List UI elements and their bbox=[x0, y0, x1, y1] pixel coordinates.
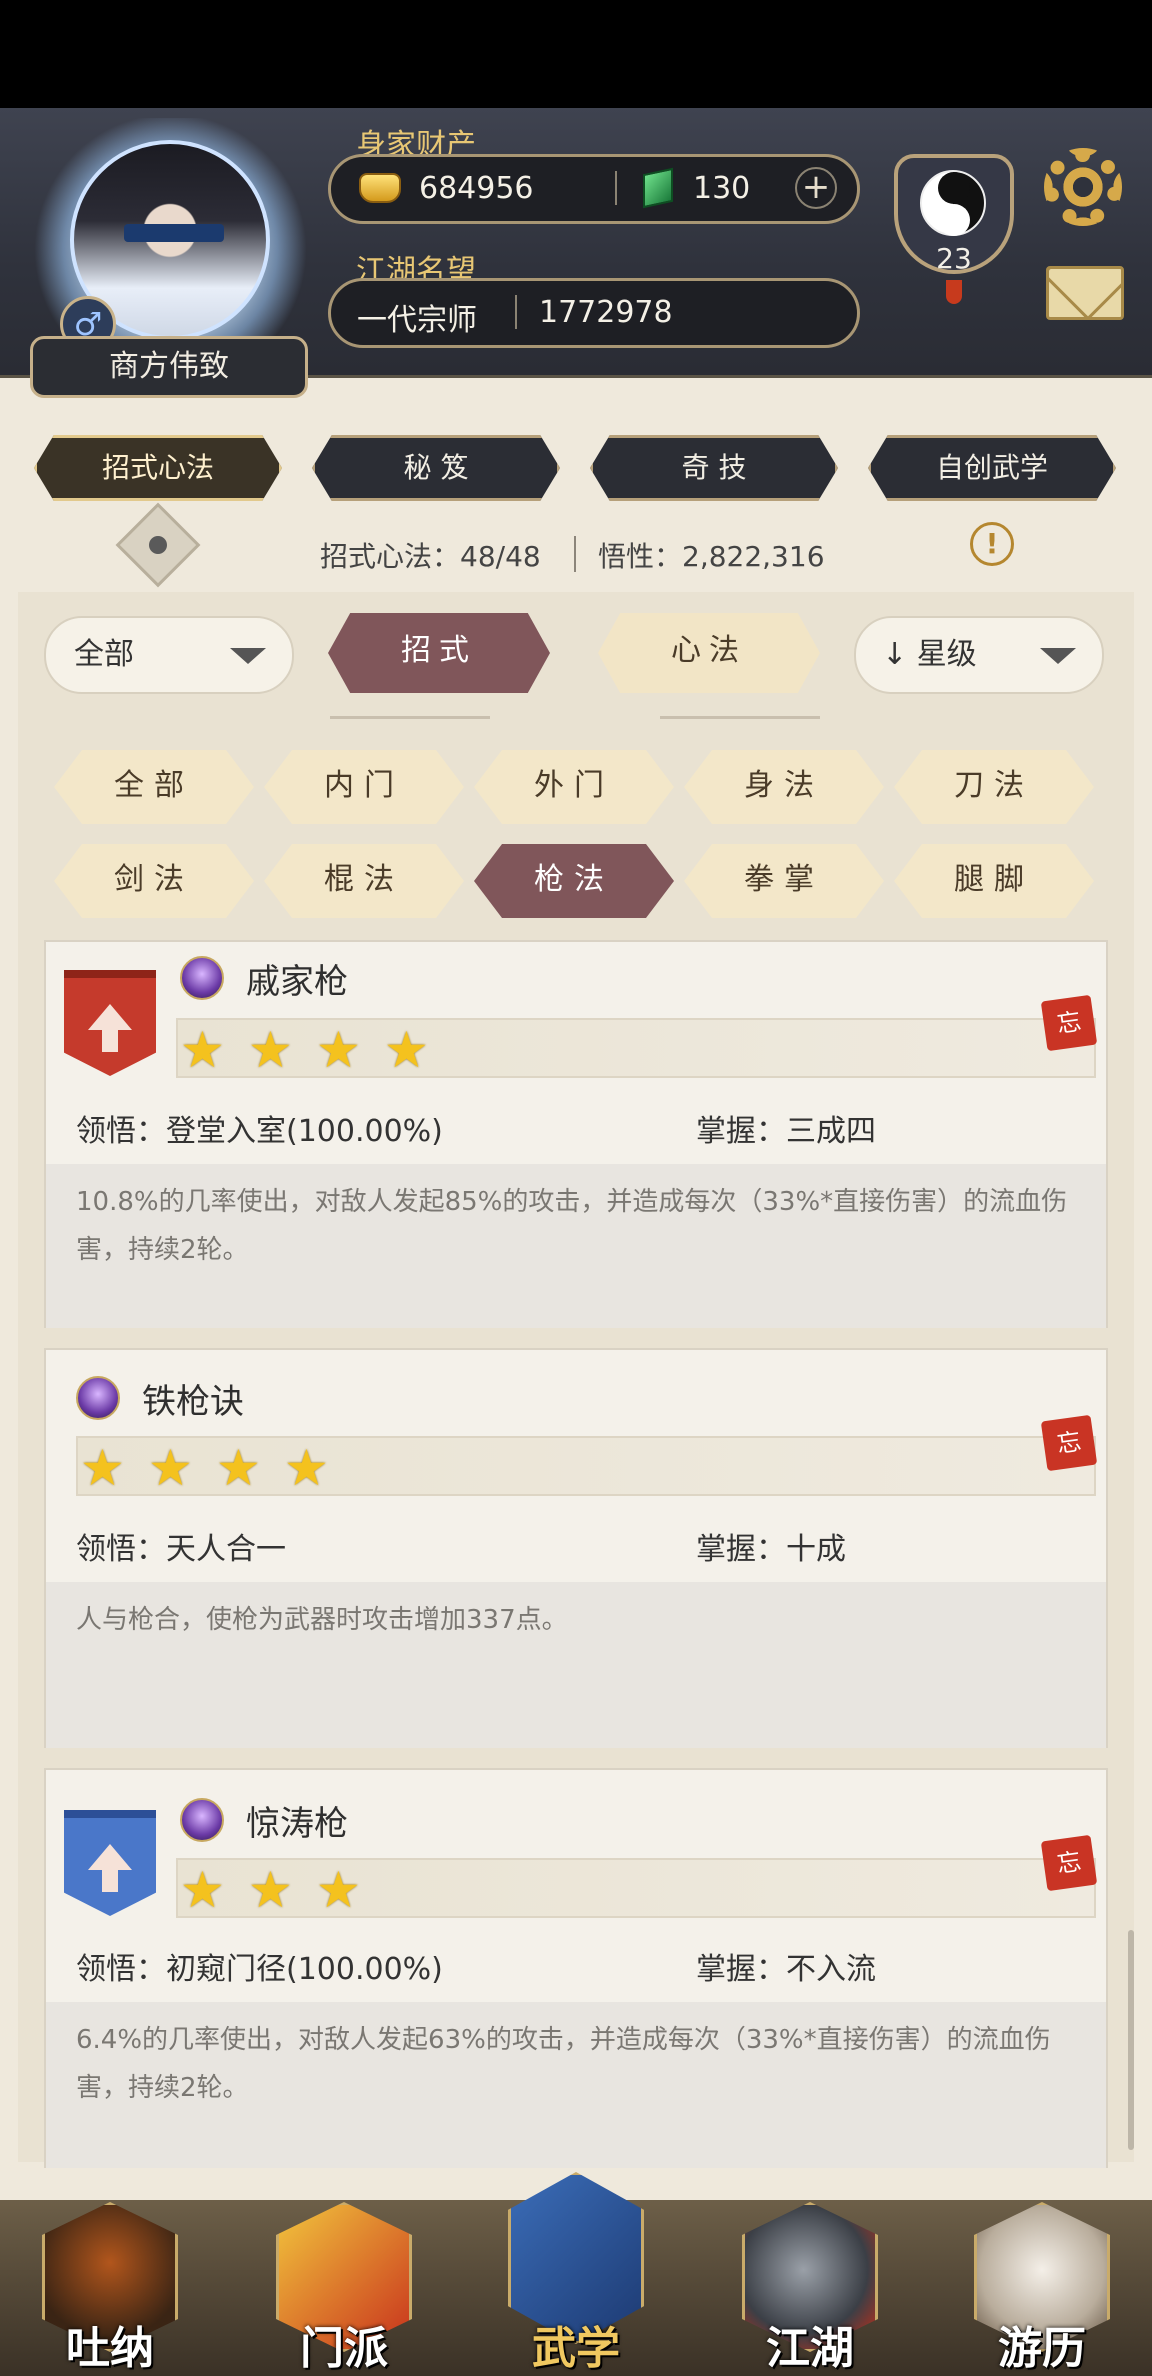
scrollbar[interactable] bbox=[1128, 1930, 1134, 2150]
chip-spear[interactable]: 枪法 bbox=[474, 844, 674, 918]
star-icon: ★ bbox=[316, 1861, 361, 1919]
gem-icon bbox=[180, 1798, 224, 1842]
comprehension: 领悟：天人合一 bbox=[76, 1532, 286, 1567]
star-rating: ★ ★ ★ bbox=[176, 1858, 1096, 1918]
seg-moves[interactable]: 招式 bbox=[328, 613, 550, 693]
divider bbox=[615, 171, 617, 205]
divider bbox=[515, 295, 517, 329]
sect-level-badge[interactable]: 23 bbox=[890, 130, 1018, 304]
skill-name: 戚家枪 bbox=[246, 962, 348, 1002]
jade-amount: 130 bbox=[693, 171, 751, 206]
rank-up-badge-icon bbox=[64, 970, 156, 1076]
skill-name: 惊涛枪 bbox=[246, 1804, 348, 1844]
sort-dropdown[interactable]: ↓ 星级 bbox=[854, 616, 1104, 694]
player-name: 商方伟致 bbox=[30, 336, 308, 398]
comprehension: 领悟：初窥门径(100.00%) bbox=[76, 1952, 443, 1987]
forget-icon[interactable]: 忘 bbox=[1040, 994, 1098, 1052]
taiji-icon bbox=[920, 170, 986, 236]
nav-jianghu[interactable]: 江湖 bbox=[736, 2196, 884, 2374]
tab-moves-mind[interactable]: 招式心法 bbox=[34, 435, 282, 501]
chevron-down-icon bbox=[1040, 648, 1076, 664]
skill-description: 6.4%的几率使出，对敌人发起63%的攻击，并造成每次（33%*直接伤害）的流血… bbox=[46, 2002, 1106, 2168]
eye-icon[interactable] bbox=[115, 502, 201, 588]
star-icon: ★ bbox=[80, 1439, 125, 1497]
scope-dropdown-value: 全部 bbox=[74, 637, 134, 672]
reputation-pill: 一代宗师 1772978 bbox=[328, 278, 860, 348]
gold-amount: 684956 bbox=[419, 171, 534, 206]
nav-label: 武学 bbox=[532, 2323, 620, 2374]
add-currency-button[interactable]: + bbox=[795, 167, 837, 209]
star-rating: ★ ★ ★ ★ bbox=[76, 1436, 1096, 1496]
star-icon: ★ bbox=[248, 1021, 293, 1079]
skill-description: 10.8%的几率使出，对敌人发起85%的攻击，并造成每次（33%*直接伤害）的流… bbox=[46, 1164, 1106, 1328]
skill-card[interactable]: 戚家枪 ★ ★ ★ ★ 忘 领悟：登堂入室(100.00%) 掌握：三成四 10… bbox=[44, 940, 1108, 1328]
divider bbox=[330, 716, 490, 719]
sort-dropdown-value: 星级 bbox=[916, 637, 977, 672]
mail-icon[interactable] bbox=[1046, 266, 1124, 320]
star-icon: ★ bbox=[180, 1021, 225, 1079]
chip-outer[interactable]: 外门 bbox=[474, 750, 674, 824]
nav-label: 吐纳 bbox=[66, 2323, 154, 2374]
star-icon: ★ bbox=[216, 1439, 261, 1497]
forget-icon[interactable]: 忘 bbox=[1040, 1414, 1098, 1472]
mastery: 掌握：不入流 bbox=[696, 1952, 876, 1987]
chip-inner[interactable]: 内门 bbox=[264, 750, 464, 824]
nav-sect[interactable]: 门派 bbox=[270, 2196, 418, 2374]
level-value: 23 bbox=[936, 242, 972, 275]
chip-sword[interactable]: 剑法 bbox=[54, 844, 254, 918]
skill-card[interactable]: 铁枪诀 ★ ★ ★ ★ 忘 领悟：天人合一 掌握：十成 人与枪合，使枪为武器时攻… bbox=[44, 1348, 1108, 1748]
seg-mind[interactable]: 心法 bbox=[598, 613, 820, 693]
skill-card[interactable]: 惊涛枪 ★ ★ ★ 忘 领悟：初窥门径(100.00%) 掌握：不入流 6.4%… bbox=[44, 1768, 1108, 2168]
tab-secret-manuals[interactable]: 秘 笈 bbox=[312, 435, 560, 501]
chevron-down-icon bbox=[230, 648, 266, 664]
gem-icon bbox=[76, 1376, 120, 1420]
gold-ingot-icon bbox=[359, 173, 401, 203]
star-icon: ★ bbox=[284, 1439, 329, 1497]
skill-name: 铁枪诀 bbox=[142, 1382, 244, 1422]
player-avatar[interactable]: ♂ bbox=[28, 118, 313, 358]
info-icon[interactable]: ! bbox=[970, 522, 1014, 566]
star-icon: ★ bbox=[148, 1439, 193, 1497]
gear-icon[interactable] bbox=[1044, 148, 1122, 226]
nav-martial-arts[interactable]: 武学 bbox=[502, 2172, 650, 2374]
nav-label: 游历 bbox=[998, 2323, 1086, 2374]
star-icon: ★ bbox=[316, 1021, 361, 1079]
gem-icon bbox=[180, 956, 224, 1000]
nav-label: 门派 bbox=[300, 2323, 388, 2374]
tassel-icon bbox=[946, 280, 962, 304]
nav-breathing[interactable]: 吐纳 bbox=[36, 2196, 184, 2374]
scope-dropdown[interactable]: 全部 bbox=[44, 616, 294, 694]
chip-leg[interactable]: 腿脚 bbox=[894, 844, 1094, 918]
rank-up-badge-icon bbox=[64, 1810, 156, 1916]
divider bbox=[574, 536, 576, 572]
divider bbox=[660, 716, 820, 719]
nav-travel[interactable]: 游历 bbox=[968, 2196, 1116, 2374]
star-icon: ★ bbox=[248, 1861, 293, 1919]
mastery: 掌握：三成四 bbox=[696, 1114, 876, 1149]
chip-movement[interactable]: 身法 bbox=[684, 750, 884, 824]
skill-description: 人与枪合，使枪为武器时攻击增加337点。 bbox=[46, 1582, 1106, 1748]
jade-icon bbox=[643, 167, 673, 209]
chip-blade[interactable]: 刀法 bbox=[894, 750, 1094, 824]
star-icon: ★ bbox=[384, 1021, 429, 1079]
tab-special-skills[interactable]: 奇 技 bbox=[590, 435, 838, 501]
insight-value: 悟性：2,822,316 bbox=[598, 540, 825, 573]
mastery: 掌握：十成 bbox=[696, 1532, 846, 1567]
chip-staff[interactable]: 棍法 bbox=[264, 844, 464, 918]
star-icon: ★ bbox=[180, 1861, 225, 1919]
comprehension: 领悟：登堂入室(100.00%) bbox=[76, 1114, 443, 1149]
forget-icon[interactable]: 忘 bbox=[1040, 1834, 1098, 1892]
moves-count: 招式心法：48/48 bbox=[320, 540, 541, 573]
nav-label: 江湖 bbox=[766, 2323, 854, 2374]
tab-custom-martial-arts[interactable]: 自创武学 bbox=[868, 435, 1116, 501]
reputation-value: 1772978 bbox=[539, 295, 673, 330]
chip-all[interactable]: 全部 bbox=[54, 750, 254, 824]
star-rating: ★ ★ ★ ★ bbox=[176, 1018, 1096, 1078]
chip-fist-palm[interactable]: 拳掌 bbox=[684, 844, 884, 918]
sort-arrow-icon: ↓ bbox=[882, 637, 908, 672]
reputation-title: 一代宗师 bbox=[357, 303, 477, 338]
wealth-pill: 684956 130 + bbox=[328, 154, 860, 224]
status-bar bbox=[0, 0, 1152, 108]
